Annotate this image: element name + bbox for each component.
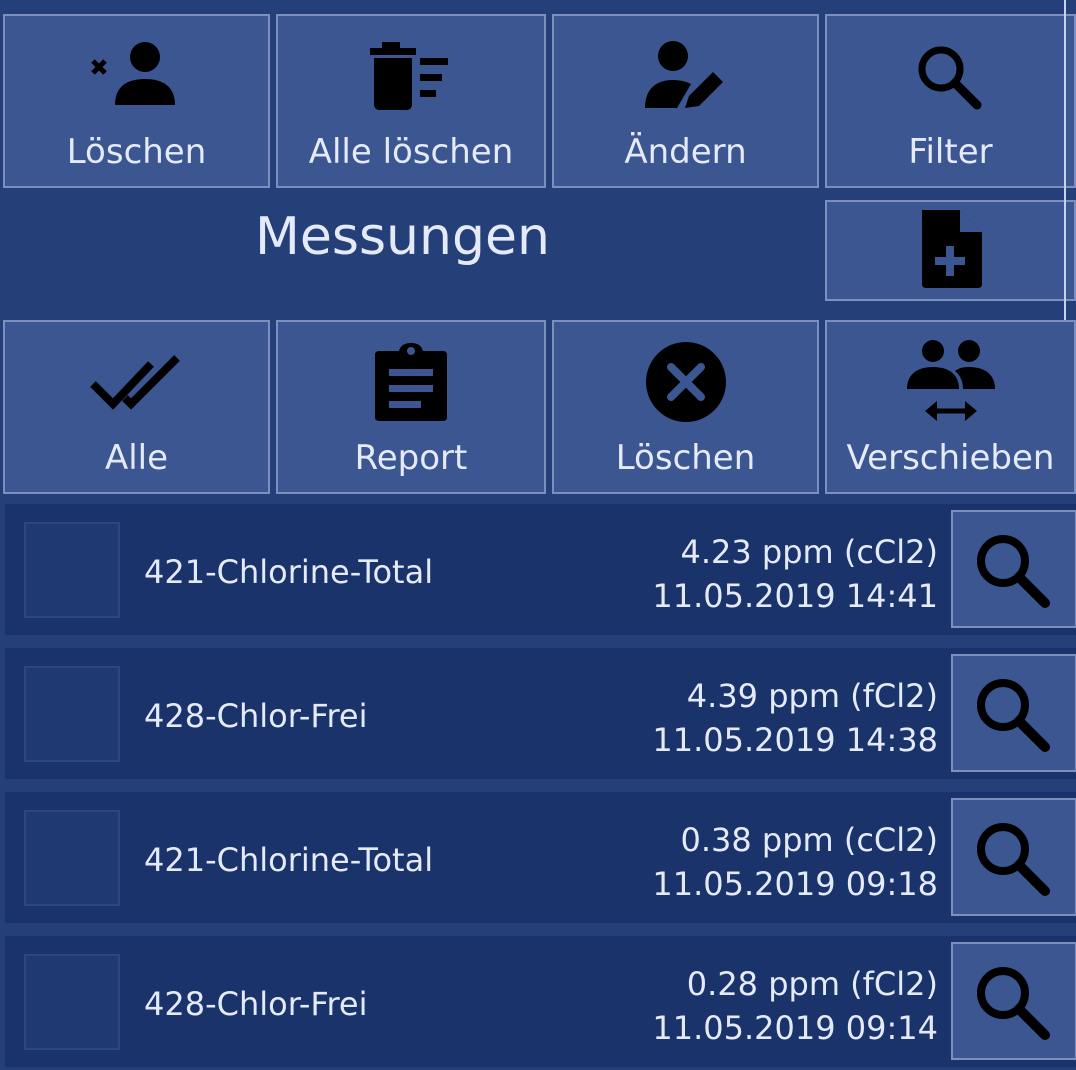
measurement-timestamp: 11.05.2019 14:38 <box>652 721 938 759</box>
report-button[interactable]: Report <box>276 320 546 494</box>
search-icon <box>977 535 1050 608</box>
delete-selection-button[interactable]: Löschen <box>552 320 819 494</box>
move-label: Verschieben <box>846 438 1055 478</box>
row-checkbox[interactable] <box>24 666 120 762</box>
delete-selection-label: Löschen <box>615 438 756 478</box>
view-details-button[interactable] <box>951 510 1076 628</box>
edit-user-icon <box>643 38 729 114</box>
search-icon <box>977 967 1050 1040</box>
measurement-value-block: 0.28 ppm (fCl2) 11.05.2019 09:14 <box>652 962 938 1050</box>
select-all-button[interactable]: Alle <box>3 320 270 494</box>
filter-button[interactable]: Filter <box>825 14 1076 188</box>
move-users-icon <box>905 340 997 421</box>
search-icon <box>913 38 989 114</box>
row-checkbox[interactable] <box>24 810 120 906</box>
measurements-screen: Löschen Alle löschen Ändern Filter Messu… <box>0 0 1076 1070</box>
measurement-timestamp: 11.05.2019 09:18 <box>652 865 938 903</box>
delete-all-label: Alle löschen <box>308 132 514 172</box>
measurement-value-block: 0.38 ppm (cCl2) 11.05.2019 09:18 <box>652 818 938 906</box>
delete-all-button[interactable]: Alle löschen <box>276 14 546 188</box>
delete-all-icon <box>368 38 454 114</box>
clipboard-icon <box>373 343 449 421</box>
measurement-name: 421-Chlorine-Total <box>144 553 434 591</box>
row-checkbox[interactable] <box>24 522 120 618</box>
scrollbar[interactable] <box>1064 0 1076 375</box>
view-details-button[interactable] <box>951 654 1076 772</box>
view-details-button[interactable] <box>951 942 1076 1060</box>
double-check-icon <box>89 344 185 420</box>
view-details-button[interactable] <box>951 798 1076 916</box>
select-all-label: Alle <box>104 438 169 478</box>
measurement-name: 428-Chlor-Frei <box>144 985 368 1023</box>
measurement-value-block: 4.39 ppm (fCl2) 11.05.2019 14:38 <box>652 674 938 762</box>
cancel-circle-icon <box>645 342 727 422</box>
delete-user-icon <box>89 38 185 114</box>
filter-label: Filter <box>908 132 993 172</box>
report-label: Report <box>354 438 468 478</box>
measurement-name: 421-Chlorine-Total <box>144 841 434 879</box>
measurement-name: 428-Chlor-Frei <box>144 697 368 735</box>
search-icon <box>977 679 1050 752</box>
new-measurement-button[interactable] <box>825 200 1076 301</box>
page-title: Messungen <box>255 207 550 267</box>
measurement-value-block: 4.23 ppm (cCl2) 11.05.2019 14:41 <box>652 530 938 618</box>
measurement-timestamp: 11.05.2019 14:41 <box>652 577 938 615</box>
table-row[interactable]: 421-Chlorine-Total 4.23 ppm (cCl2) 11.05… <box>5 504 1076 635</box>
move-button[interactable]: Verschieben <box>825 320 1076 494</box>
table-row[interactable]: 421-Chlorine-Total 0.38 ppm (cCl2) 11.05… <box>5 792 1076 923</box>
measurement-timestamp: 11.05.2019 09:14 <box>652 1009 938 1047</box>
delete-user-button[interactable]: Löschen <box>3 14 270 188</box>
row-checkbox[interactable] <box>24 954 120 1050</box>
measurement-value: 0.28 ppm (fCl2) <box>686 965 938 1003</box>
delete-user-label: Löschen <box>66 132 207 172</box>
table-row[interactable]: 428-Chlor-Frei 4.39 ppm (fCl2) 11.05.201… <box>5 648 1076 779</box>
measurement-value: 0.38 ppm (cCl2) <box>680 821 938 859</box>
measurement-value: 4.23 ppm (cCl2) <box>680 533 938 571</box>
new-document-icon <box>916 208 986 294</box>
edit-user-button[interactable]: Ändern <box>552 14 819 188</box>
edit-user-label: Ändern <box>624 132 747 172</box>
measurement-value: 4.39 ppm (fCl2) <box>686 677 938 715</box>
table-row[interactable]: 428-Chlor-Frei 0.28 ppm (fCl2) 11.05.201… <box>5 936 1076 1067</box>
search-icon <box>977 823 1050 896</box>
